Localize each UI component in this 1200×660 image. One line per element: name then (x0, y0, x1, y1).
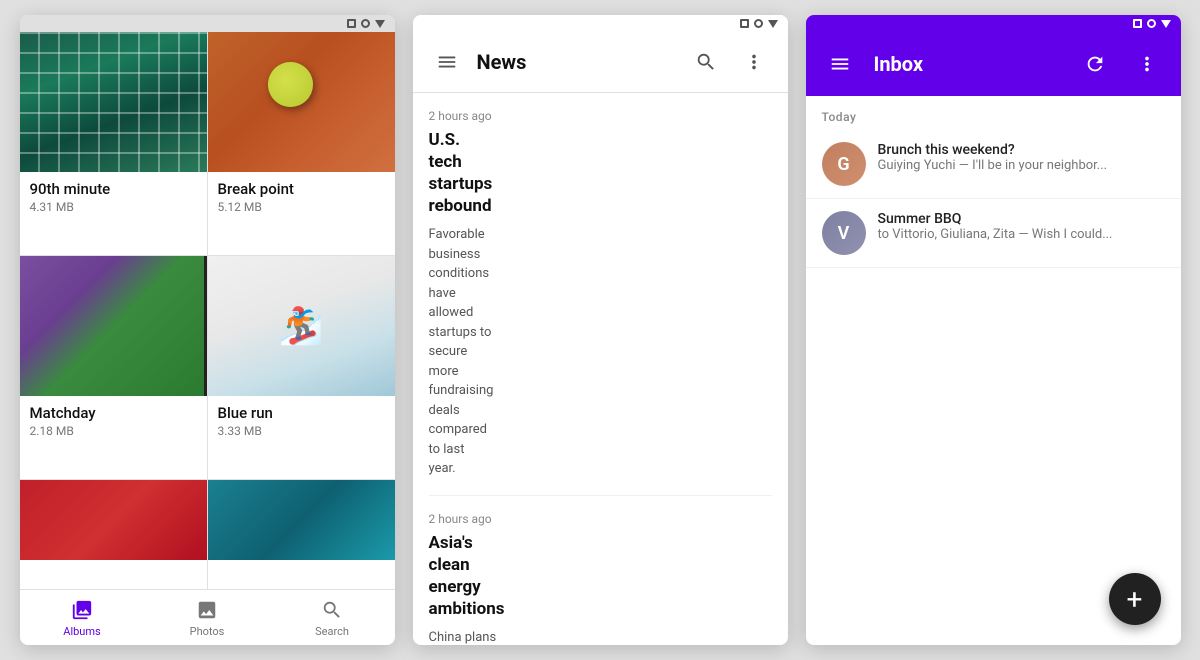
album-item-partial[interactable] (208, 480, 395, 589)
inbox-refresh-button[interactable] (1077, 46, 1113, 82)
email-preview-text: — I'll be in your neighbor... (959, 158, 1107, 173)
album-item[interactable]: Matchday 2.18 MB (20, 256, 207, 479)
status-bar-3 (806, 15, 1181, 32)
nav-albums[interactable]: Albums (20, 590, 145, 645)
album-item[interactable]: 90th minute 4.31 MB (20, 32, 207, 255)
news-title: News (477, 50, 676, 74)
nav-albums-label: Albums (63, 625, 100, 638)
news-content: 2 hours ago Asia's clean energy ambition… (429, 512, 505, 645)
album-info: 90th minute 4.31 MB (20, 172, 207, 226)
album-item-partial[interactable] (20, 480, 207, 589)
sender-avatar: G (822, 142, 866, 186)
album-title: 90th minute (30, 180, 197, 198)
email-sender: to Vittorio, Giuliana, Zita (878, 227, 1016, 242)
compose-fab[interactable]: + (1109, 573, 1161, 625)
inbox-body: Today G Brunch this weekend? Guiying Yuc… (806, 96, 1181, 645)
status-bar-2 (413, 15, 788, 32)
email-preview: Guiying Yuchi — I'll be in your neighbor… (878, 158, 1165, 173)
album-thumbnail (208, 32, 395, 172)
inbox-menu-button[interactable] (822, 46, 858, 82)
news-more-button[interactable] (736, 44, 772, 80)
news-time: 2 hours ago (429, 109, 494, 123)
inbox-more-button[interactable] (1129, 46, 1165, 82)
news-header: News (413, 32, 788, 93)
status-circle-icon (1147, 19, 1156, 28)
email-preview-text: — Wish I could... (1018, 227, 1112, 242)
status-square-icon (1133, 19, 1142, 28)
inbox-section-label: Today (806, 96, 1181, 130)
album-item[interactable]: Blue run 3.33 MB (208, 256, 395, 479)
albums-grid: 90th minute 4.31 MB Break point 5.12 MB … (20, 32, 395, 589)
news-headline: U.S. tech startups rebound (429, 129, 494, 217)
albums-icon (70, 598, 94, 622)
news-search-button[interactable] (688, 44, 724, 80)
nav-search[interactable]: Search (270, 590, 395, 645)
album-thumbnail (208, 256, 395, 396)
nav-photos[interactable]: Photos (145, 590, 270, 645)
inbox-email-item[interactable]: V Summer BBQ to Vittorio, Giuliana, Zita… (806, 199, 1181, 268)
email-subject: Summer BBQ (878, 211, 1165, 227)
news-body: Favorable business conditions have allow… (429, 225, 494, 479)
news-content: 2 hours ago U.S. tech startups rebound F… (429, 109, 494, 479)
sender-avatar: V (822, 211, 866, 255)
album-thumbnail (20, 32, 207, 172)
album-size: 4.31 MB (30, 200, 197, 214)
inbox-header: Inbox (806, 32, 1181, 96)
inbox-email-item[interactable]: G Brunch this weekend? Guiying Yuchi — I… (806, 130, 1181, 199)
phone-news: News 2 hours ago U.S. tech startups rebo… (413, 15, 788, 645)
album-title: Matchday (30, 404, 197, 422)
status-tri-icon (1161, 20, 1171, 28)
photos-icon (195, 598, 219, 622)
status-square-icon (740, 19, 749, 28)
email-text: Summer BBQ to Vittorio, Giuliana, Zita —… (878, 211, 1165, 242)
album-info: Blue run 3.33 MB (208, 396, 395, 450)
status-circle-icon (361, 19, 370, 28)
news-time: 2 hours ago (429, 512, 505, 526)
news-headline: Asia's clean energy ambitions (429, 532, 505, 620)
email-subject: Brunch this weekend? (878, 142, 1165, 158)
email-preview: to Vittorio, Giuliana, Zita — Wish I cou… (878, 227, 1165, 242)
search-icon (320, 598, 344, 622)
status-tri-icon (375, 20, 385, 28)
inbox-title: Inbox (874, 52, 1061, 76)
album-thumbnail-partial (208, 480, 395, 560)
news-article[interactable]: 2 hours ago U.S. tech startups rebound F… (429, 93, 772, 496)
news-article[interactable]: 2 hours ago Asia's clean energy ambition… (429, 496, 772, 645)
phone-albums: 90th minute 4.31 MB Break point 5.12 MB … (20, 15, 395, 645)
status-tri-icon (768, 20, 778, 28)
status-circle-icon (754, 19, 763, 28)
album-title: Break point (218, 180, 385, 198)
status-square-icon (347, 19, 356, 28)
news-body: China plans to invest billions of dollar… (429, 628, 505, 645)
bottom-nav: Albums Photos Search (20, 589, 395, 645)
email-sender: Guiying Yuchi (878, 158, 956, 173)
album-size: 5.12 MB (218, 200, 385, 214)
phone-inbox: Inbox Today G Brunch this weekend? Guiyi… (806, 15, 1181, 645)
album-size: 2.18 MB (30, 424, 197, 438)
album-thumbnail (20, 256, 207, 396)
album-info: Break point 5.12 MB (208, 172, 395, 226)
hamburger-menu-button[interactable] (429, 44, 465, 80)
album-info: Matchday 2.18 MB (20, 396, 207, 450)
album-size: 3.33 MB (218, 424, 385, 438)
email-text: Brunch this weekend? Guiying Yuchi — I'l… (878, 142, 1165, 173)
nav-search-label: Search (315, 625, 349, 638)
album-title: Blue run (218, 404, 385, 422)
status-bar-1 (20, 15, 395, 32)
album-thumbnail-partial (20, 480, 207, 560)
album-item[interactable]: Break point 5.12 MB (208, 32, 395, 255)
nav-photos-label: Photos (190, 625, 225, 638)
news-list: 2 hours ago U.S. tech startups rebound F… (413, 93, 788, 645)
